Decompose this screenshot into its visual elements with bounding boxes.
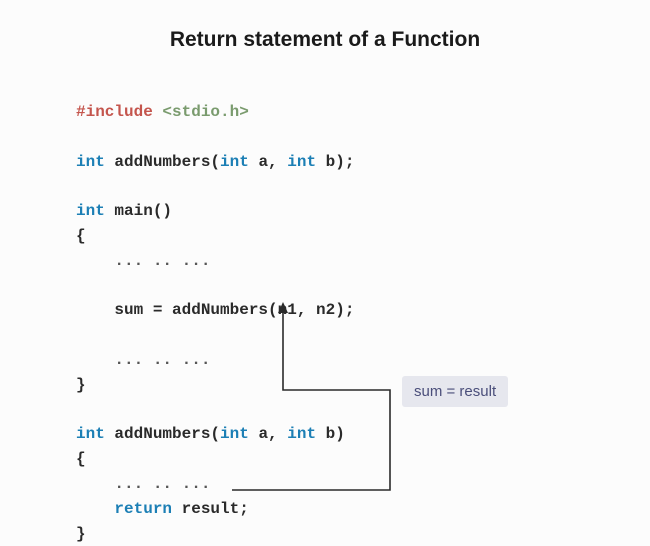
return-kw: return: [76, 500, 172, 518]
code-block: #include <stdio.h> int addNumbers(int a,…: [76, 100, 354, 546]
brace: }: [76, 376, 86, 394]
fn-def: addNumbers(: [105, 425, 220, 443]
type-int: int: [76, 202, 105, 220]
type-int: int: [220, 425, 249, 443]
ellipsis: ... .. ...: [76, 351, 210, 369]
ellipsis: ... .. ...: [76, 252, 210, 270]
return-val: result;: [172, 500, 249, 518]
type-int: int: [220, 153, 249, 171]
brace: }: [76, 525, 86, 543]
param: b): [316, 425, 345, 443]
brace: {: [76, 450, 86, 468]
call-stmt: sum = addNumbers(n1, n2);: [76, 301, 354, 319]
brace: {: [76, 227, 86, 245]
param: a,: [249, 153, 287, 171]
type-int: int: [76, 153, 105, 171]
fn-decl: addNumbers(: [105, 153, 220, 171]
type-int: int: [287, 425, 316, 443]
param: a,: [249, 425, 287, 443]
directive: #include: [76, 103, 153, 121]
type-int: int: [287, 153, 316, 171]
include-header: <stdio.h>: [153, 103, 249, 121]
annotation-label: sum = result: [402, 376, 508, 407]
page-title: Return statement of a Function: [0, 0, 650, 60]
ellipsis: ... .. ...: [76, 475, 210, 493]
param: b);: [316, 153, 354, 171]
type-int: int: [76, 425, 105, 443]
main-fn: main(): [105, 202, 172, 220]
